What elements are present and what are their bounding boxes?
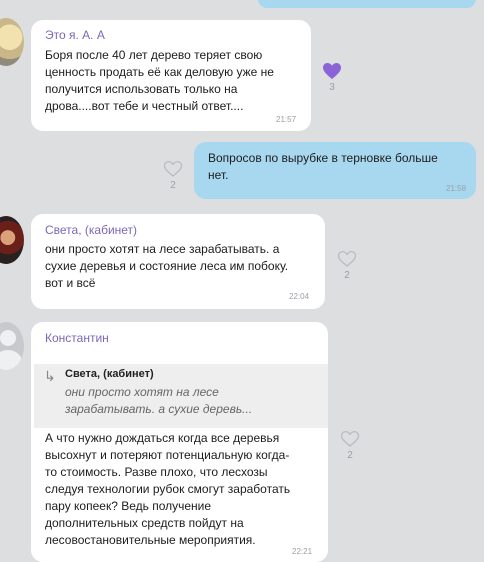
message-line: ценность продать её как деловую уже не — [45, 65, 274, 79]
message-text: они просто хотят на лесе зарабатывать. а… — [45, 241, 288, 292]
heart-filled-icon — [323, 63, 341, 79]
message-line: Боря после 40 лет дерево теряет свою — [45, 48, 263, 62]
message-line: лесовостановительные мероприятия. — [45, 533, 256, 547]
message-line: нет. — [208, 168, 229, 182]
quoted-line: зарабатывать. а сухие деревь... — [65, 402, 253, 416]
sender-name[interactable]: Константин — [45, 331, 109, 345]
like-button[interactable]: 2 — [317, 250, 377, 281]
reply-arrow-icon: ↳ — [44, 368, 56, 384]
avatar[interactable] — [0, 322, 24, 370]
message-line: вот и всё — [45, 276, 96, 290]
message-time: 22:21 — [292, 547, 313, 556]
message-line: то стоимость. Разве плохо, что лесхозы — [45, 465, 268, 479]
quoted-sender: Света, (кабинет) — [65, 368, 154, 380]
default-avatar-head — [0, 330, 16, 346]
like-count: 2 — [344, 270, 350, 281]
avatar[interactable] — [0, 18, 24, 66]
sender-name[interactable]: Это я. А. А — [45, 28, 105, 42]
message-time: 21:58 — [446, 184, 467, 193]
heart-outline-icon — [163, 160, 183, 177]
message-line: пару копеек? Ведь получение — [45, 499, 212, 513]
message-line: дополнительных средств пойдут на — [45, 516, 244, 530]
message-line: А что нужно дождаться когда все деревья — [45, 431, 280, 445]
heart-outline-icon — [337, 250, 357, 267]
message-line: они просто хотят на лесе зарабатывать. а — [45, 242, 280, 256]
default-avatar-body — [0, 350, 22, 370]
quoted-text: они просто хотят на лесе зарабатывать. а… — [65, 384, 315, 418]
like-count: 3 — [329, 82, 335, 93]
quoted-message[interactable]: ↳ Света, (кабинет) они просто хотят на л… — [34, 364, 328, 428]
message-line: дрова....вот тебе и честный ответ.... — [45, 99, 244, 113]
message-line: получится использовать только на — [45, 82, 238, 96]
message-text: Боря после 40 лет дерево теряет свою цен… — [45, 47, 274, 115]
like-button[interactable]: 3 — [302, 62, 362, 93]
like-count: 2 — [347, 450, 353, 461]
message-text: А что нужно дождаться когда все деревья … — [45, 430, 290, 549]
heart-outline-icon — [340, 430, 360, 447]
sender-name[interactable]: Света, (кабинет) — [45, 223, 137, 237]
avatar[interactable] — [0, 216, 24, 264]
message-line: Вопросов по вырубке в терновке больше — [208, 151, 438, 165]
message-line: высохнут и потеряют потенциальную когда- — [45, 448, 290, 462]
quoted-line: они просто хотят на лесе — [65, 385, 219, 399]
previous-outgoing-bubble — [258, 0, 476, 8]
message-line: сухие деревья и состояние леса им побоку… — [45, 259, 289, 273]
message-text: Вопросов по вырубке в терновке больше не… — [208, 150, 438, 184]
message-time: 21:57 — [276, 115, 297, 124]
message-time: 22:04 — [289, 292, 310, 301]
message-line: следуя технологии рубок смогут заработат… — [45, 482, 291, 496]
like-button[interactable]: 2 — [320, 430, 380, 461]
